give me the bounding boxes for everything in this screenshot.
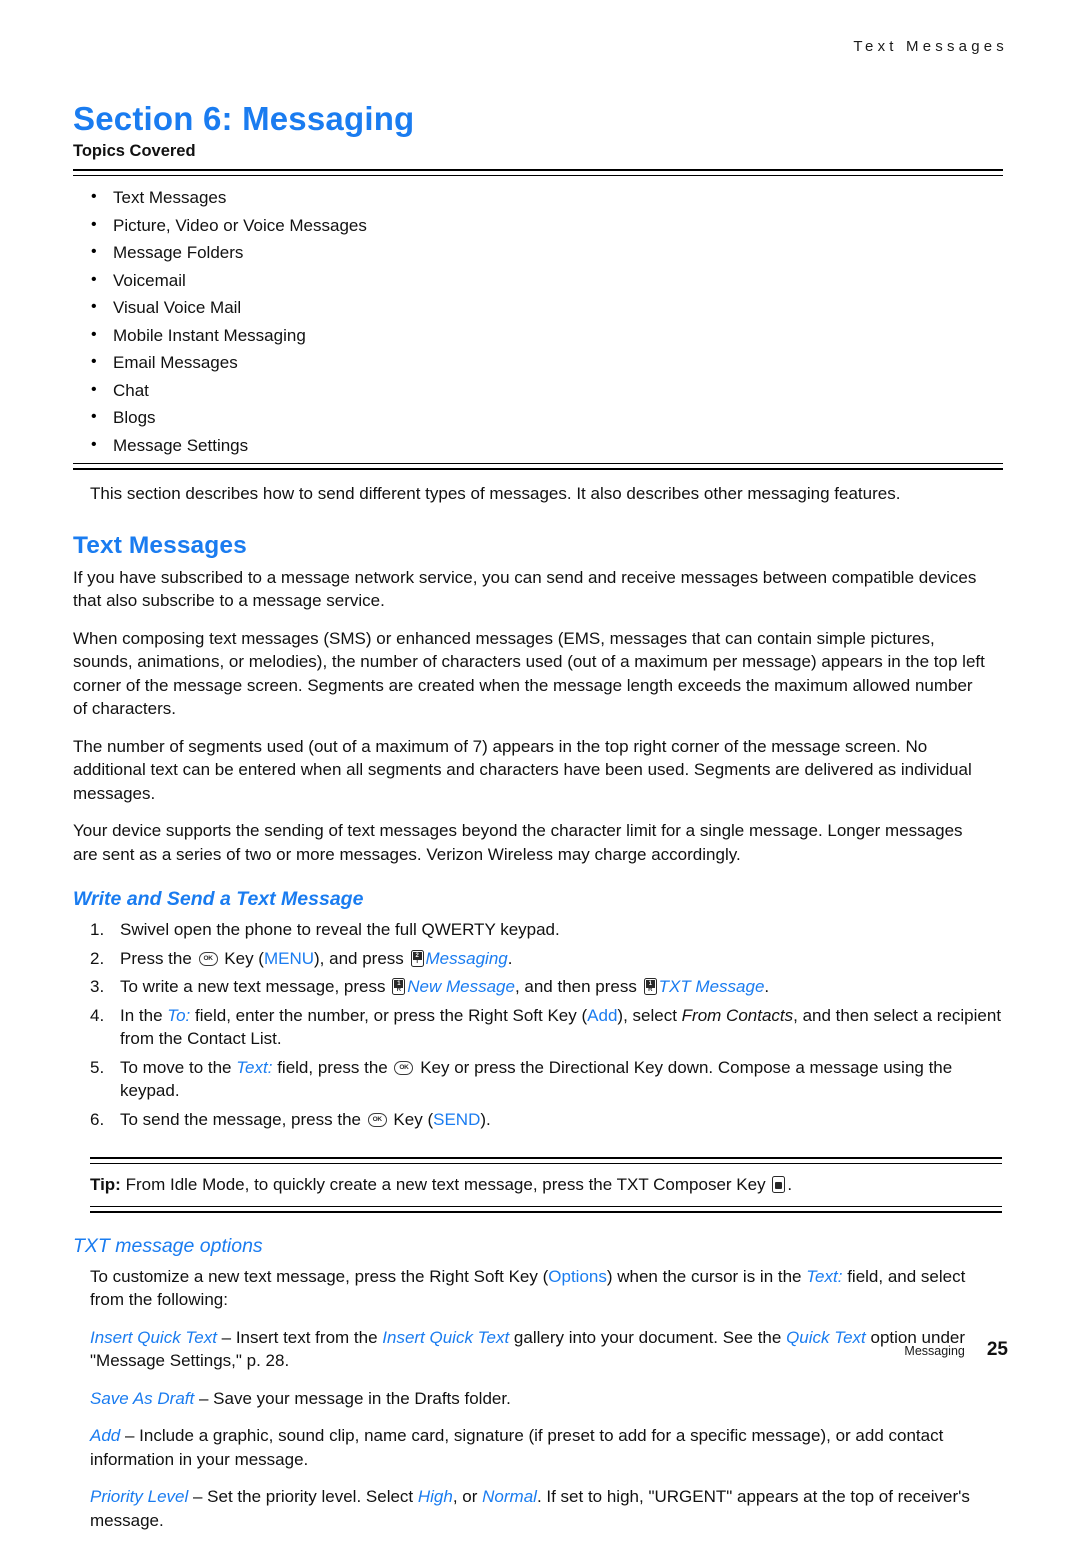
tip-line: Tip: From Idle Mode, to quickly create a… <box>90 1164 1002 1206</box>
text-run: From Contacts <box>681 1005 794 1025</box>
paragraph: If you have subscribed to a message netw… <box>73 567 977 611</box>
text-run: , or <box>452 1487 483 1506</box>
heading-txt-message-options: TXT message options <box>73 1234 263 1257</box>
text-run: ). <box>480 1109 491 1129</box>
list-item: Visual Voice Mail <box>91 293 1003 322</box>
tip-text-after: . <box>787 1175 793 1194</box>
text-run: Add <box>587 1005 618 1025</box>
page-title: Section 6: Messaging <box>73 100 415 138</box>
list-item: Mobile Instant Messaging <box>91 321 1003 350</box>
text-run: Normal <box>482 1487 537 1506</box>
list-item: Message Folders <box>91 238 1003 267</box>
number-key-icon: 1R <box>643 978 657 995</box>
running-header: Text Messages <box>853 38 1008 55</box>
text-run: SEND <box>433 1109 481 1129</box>
list-item: Email Messages <box>91 348 1003 377</box>
text-run: . <box>764 977 770 996</box>
tip-label: Tip: <box>90 1175 121 1194</box>
text-run: To move to the <box>120 1057 237 1077</box>
document-page: Text Messages Section 6: Messaging Topic… <box>0 0 1080 1530</box>
text-run: – Save your message in the Drafts folder… <box>194 1388 511 1408</box>
text-run: MENU <box>263 948 315 968</box>
text-run: TXT Message <box>658 977 765 996</box>
topics-rule-top <box>73 169 1003 176</box>
text-run: Text: <box>236 1057 273 1077</box>
text-run: To: <box>167 1005 191 1025</box>
paragraph: Your device supports the sending of text… <box>73 821 963 864</box>
text-run: Swivel open the phone to reveal the full… <box>120 920 560 939</box>
text-run: – Insert text from the <box>216 1327 383 1347</box>
footer-section-name: Messaging <box>904 1344 965 1358</box>
text-run: Options <box>548 1266 607 1286</box>
text-run: Messaging <box>425 948 508 968</box>
tip-rule-top <box>90 1157 1002 1164</box>
text-run: Press the <box>120 948 197 968</box>
text-run: field, enter the number, or press the Ri… <box>190 1005 588 1025</box>
paragraph: The number of segments used (out of a ma… <box>73 736 972 803</box>
list-item: Picture, Video or Voice Messages <box>91 211 1003 240</box>
text-run: Key ( <box>388 1109 434 1129</box>
text-run: Insert Quick Text <box>90 1327 217 1347</box>
text-run: Priority Level <box>90 1487 189 1506</box>
text-run: , and then press <box>514 977 642 996</box>
text-run: – Set the priority level. Select <box>188 1487 418 1506</box>
heading-write-and-send: Write and Send a Text Message <box>73 888 364 910</box>
text-run: . <box>507 948 513 968</box>
option-paragraph: Add – Include a graphic, sound clip, nam… <box>90 1424 1002 1471</box>
heading-text-messages: Text Messages <box>73 531 247 559</box>
page-footer: Messaging 25 <box>904 1339 1008 1361</box>
list-item: Voicemail <box>91 266 1003 295</box>
text-run: High <box>417 1487 453 1506</box>
text-run: ), select <box>617 1005 682 1025</box>
option-paragraph: Insert Quick Text – Insert text from the… <box>90 1326 1002 1373</box>
write-send-steps: Swivel open the phone to reveal the full… <box>90 918 1002 1131</box>
text-run: To customize a new text message, press t… <box>90 1266 549 1286</box>
ok-key-icon <box>198 951 218 966</box>
option-paragraph: Priority Level – Set the priority level.… <box>90 1485 1002 1532</box>
step-item: To send the message, press the Key (SEND… <box>90 1108 1002 1132</box>
text-run: To send the message, press the <box>120 1109 366 1129</box>
step-item: Swivel open the phone to reveal the full… <box>90 918 1002 942</box>
section-intro-paragraph: This section describes how to send diffe… <box>90 484 901 503</box>
paragraph: When composing text messages (SMS) or en… <box>73 628 985 719</box>
text-run: Save As Draft <box>90 1388 195 1408</box>
text-run: Text: <box>806 1266 843 1286</box>
tip-text-before: From Idle Mode, to quickly create a new … <box>125 1175 766 1194</box>
option-paragraph: Save As Draft – Save your message in the… <box>90 1387 1002 1411</box>
topics-list: Text Messages Picture, Video or Voice Me… <box>73 183 1003 460</box>
list-item: Text Messages <box>91 183 1003 212</box>
text-run: Insert Quick Text <box>382 1327 510 1347</box>
number-key-icon: 1R <box>392 978 406 995</box>
ok-key-icon <box>394 1060 414 1075</box>
text-run: ) when the cursor is in the <box>606 1266 807 1286</box>
page-content: Topics Covered Text Messages Picture, Vi… <box>73 142 1003 1546</box>
topics-rule-bottom <box>73 463 1003 470</box>
txt-options-intro: To customize a new text message, press t… <box>90 1265 1002 1312</box>
txt-composer-key-icon <box>772 1176 786 1193</box>
tip-rule-bottom <box>90 1205 1002 1213</box>
text-run: To write a new text message, press <box>120 977 391 996</box>
text-run: Key ( <box>219 948 264 968</box>
list-item: Message Settings <box>91 431 1003 460</box>
text-run: New Message <box>407 977 515 996</box>
text-run: Quick Text <box>786 1327 866 1347</box>
step-item: To move to the Text: field, press the Ke… <box>90 1056 1002 1103</box>
number-key-icon: 2T <box>410 949 424 967</box>
text-run: ), and press <box>314 948 409 968</box>
text-run: gallery into your document. See the <box>509 1327 787 1347</box>
text-run: – Include a graphic, sound clip, name ca… <box>90 1426 944 1469</box>
footer-page-number: 25 <box>986 1339 1008 1360</box>
tip-box: Tip: From Idle Mode, to quickly create a… <box>90 1157 1002 1213</box>
topics-covered-label: Topics Covered <box>73 142 196 160</box>
list-item: Blogs <box>91 403 1003 432</box>
step-item: To write a new text message, press 1 R New… <box>90 975 1002 999</box>
ok-key-icon <box>367 1112 387 1127</box>
text-run: Add <box>90 1426 121 1445</box>
step-item: Press the Key (MENU), and press 2TMessag… <box>90 947 1002 971</box>
list-item: Chat <box>91 376 1003 405</box>
step-item: In the To: field, enter the number, or p… <box>90 1004 1002 1051</box>
text-run: In the <box>120 1005 168 1025</box>
text-run: field, press the <box>272 1057 393 1077</box>
